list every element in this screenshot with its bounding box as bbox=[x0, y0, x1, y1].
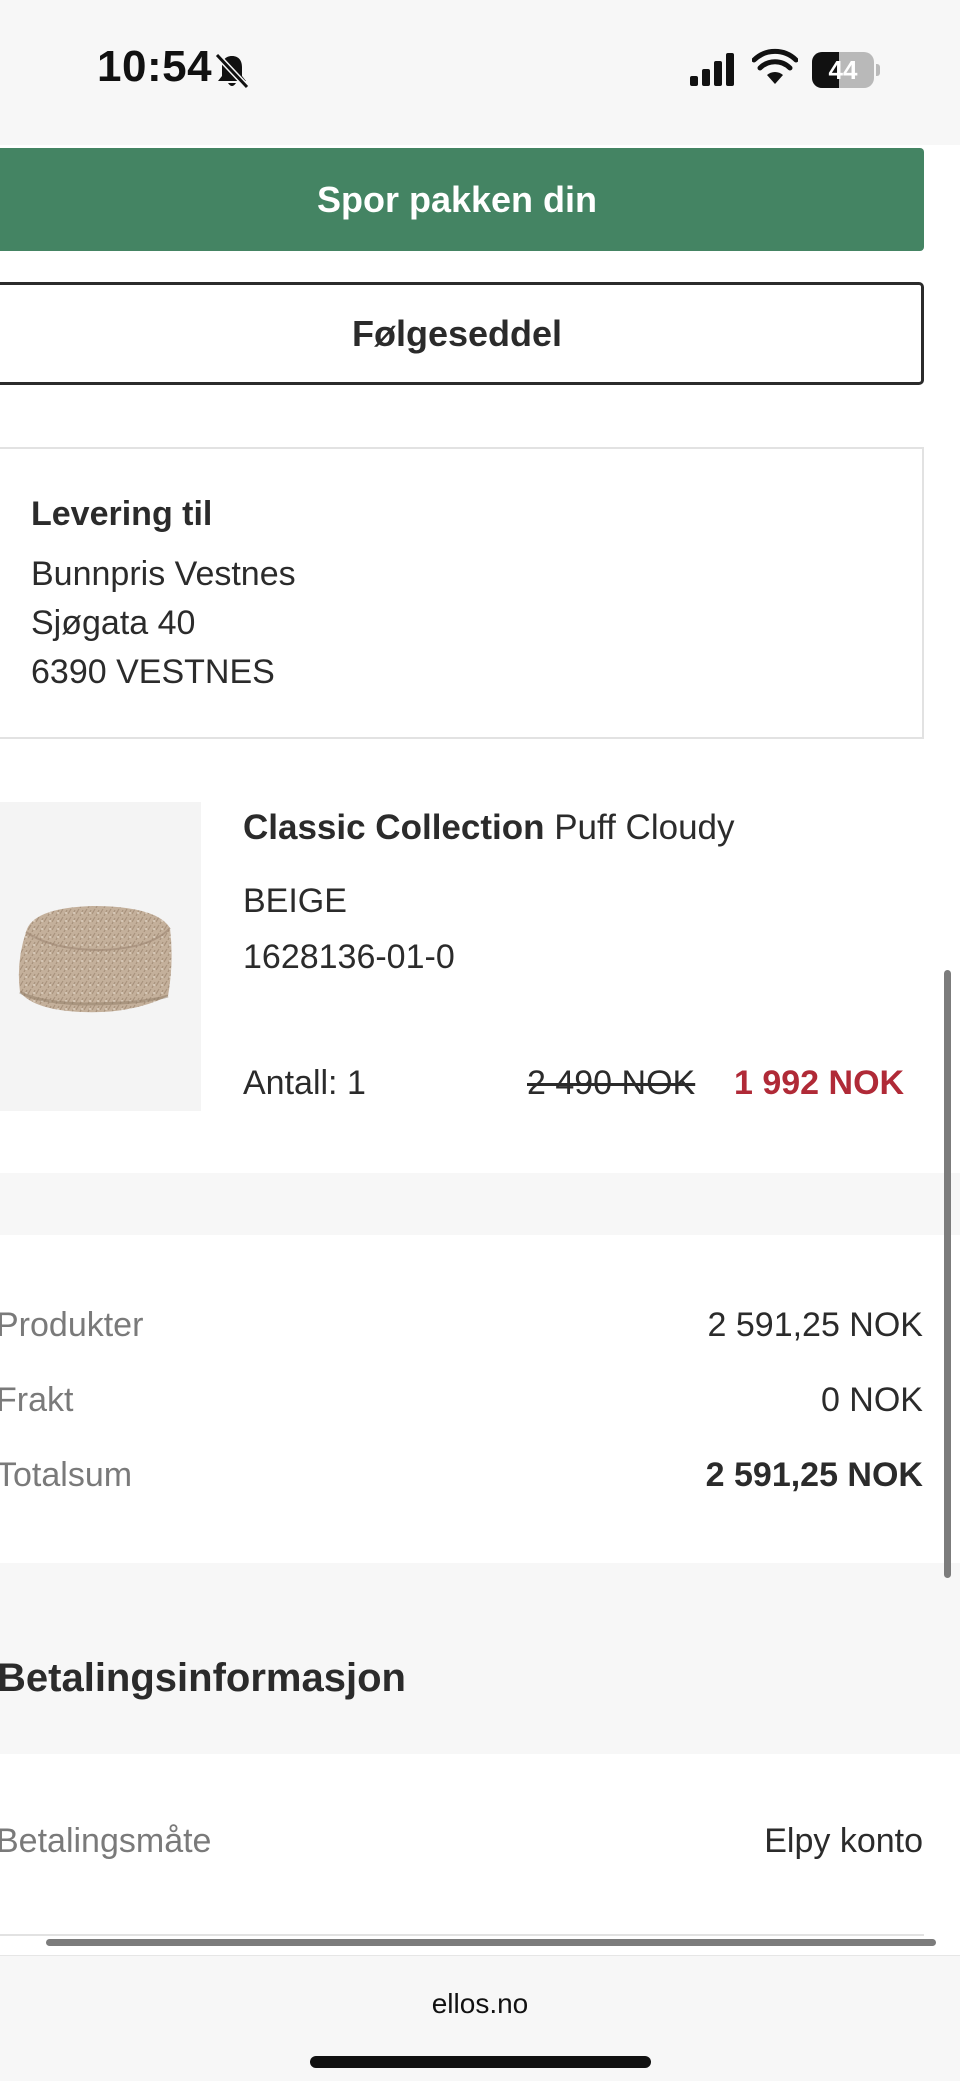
summary-label-total: Totalsum bbox=[0, 1456, 133, 1494]
summary-value-total: 2 591,25 NOK bbox=[705, 1456, 923, 1494]
packing-slip-button[interactable]: Følgeseddel bbox=[0, 282, 924, 385]
summary-label-shipping: Frakt bbox=[0, 1381, 74, 1419]
product-image[interactable] bbox=[0, 802, 201, 1111]
delivery-postal: 6390 VESTNES bbox=[31, 653, 275, 691]
track-package-button[interactable]: Spor pakken din bbox=[0, 148, 924, 251]
vertical-scrollbar[interactable] bbox=[944, 970, 951, 1578]
delivery-name: Bunnpris Vestnes bbox=[31, 555, 296, 593]
product-name: Puff Cloudy bbox=[544, 808, 735, 847]
divider bbox=[0, 1934, 924, 1936]
original-price: 2 490 NOK bbox=[527, 1064, 696, 1102]
order-details-page: 10:54 44 Spor pakken din Følgeseddel Lev… bbox=[0, 0, 960, 2081]
payment-method-label: Betalingsmåte bbox=[0, 1822, 212, 1860]
product-sku: 1628136-01-0 bbox=[243, 938, 455, 976]
browser-bottom-bar: ellos.no bbox=[0, 1955, 960, 2081]
status-time: 10:54 bbox=[97, 42, 213, 91]
product-quantity: Antall: 1 bbox=[243, 1064, 366, 1102]
product-brand: Classic Collection bbox=[243, 808, 545, 847]
wifi-icon bbox=[752, 48, 798, 84]
pouf-image bbox=[18, 906, 172, 1013]
payment-section-title: Betalingsinformasjon bbox=[0, 1656, 406, 1700]
url-label[interactable]: ellos.no bbox=[0, 1988, 960, 2020]
summary-label-products: Produkter bbox=[0, 1306, 144, 1344]
sale-price: 1 992 NOK bbox=[734, 1064, 905, 1102]
product-title[interactable]: Classic Collection Puff Cloudy bbox=[243, 808, 735, 848]
bell-slash-icon bbox=[214, 52, 250, 90]
product-color: BEIGE bbox=[243, 882, 347, 920]
delivery-address-card: Levering til Bunnpris Vestnes Sjøgata 40… bbox=[0, 447, 924, 739]
section-divider bbox=[0, 1173, 960, 1235]
home-indicator[interactable] bbox=[310, 2056, 651, 2068]
battery-icon: 44 bbox=[812, 52, 880, 88]
payment-method-value: Elpy konto bbox=[764, 1822, 923, 1860]
summary-value-products: 2 591,25 NOK bbox=[707, 1306, 923, 1344]
battery-level: 44 bbox=[828, 55, 858, 85]
delivery-title: Levering til bbox=[31, 495, 213, 533]
status-bar: 10:54 44 bbox=[0, 0, 960, 145]
summary-value-shipping: 0 NOK bbox=[820, 1381, 923, 1419]
cellular-signal-icon bbox=[690, 53, 734, 86]
horizontal-scrollbar[interactable] bbox=[46, 1939, 936, 1946]
delivery-street: Sjøgata 40 bbox=[31, 604, 196, 642]
